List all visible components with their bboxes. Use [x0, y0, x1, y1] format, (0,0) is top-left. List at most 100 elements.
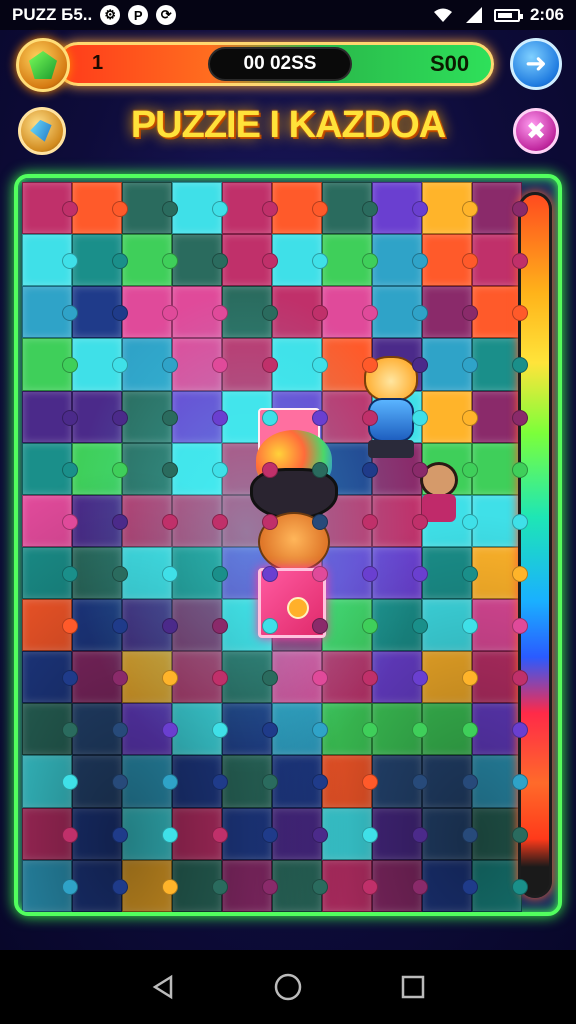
- puzzle-piece[interactable]: [472, 755, 528, 808]
- puzzle-piece[interactable]: [272, 338, 328, 391]
- puzzle-piece[interactable]: [172, 599, 228, 652]
- puzzle-piece[interactable]: [72, 546, 128, 599]
- puzzle-piece[interactable]: [422, 286, 478, 339]
- puzzle-piece[interactable]: [272, 286, 328, 339]
- puzzle-piece[interactable]: [72, 494, 128, 547]
- puzzle-piece[interactable]: [72, 234, 128, 287]
- puzzle-piece[interactable]: [172, 286, 228, 339]
- puzzle-piece[interactable]: [122, 442, 178, 495]
- puzzle-piece[interactable]: [172, 651, 228, 704]
- close-button[interactable]: ✖: [513, 108, 559, 154]
- puzzle-piece[interactable]: [472, 390, 528, 443]
- puzzle-piece[interactable]: [22, 182, 78, 235]
- home-button[interactable]: [268, 967, 308, 1007]
- puzzle-piece[interactable]: [122, 807, 178, 860]
- recents-button[interactable]: [393, 967, 433, 1007]
- puzzle-piece[interactable]: [22, 703, 78, 756]
- puzzle-piece[interactable]: [472, 703, 528, 756]
- puzzle-piece[interactable]: [422, 703, 478, 756]
- puzzle-piece[interactable]: [472, 442, 528, 495]
- puzzle-piece[interactable]: [172, 807, 228, 860]
- puzzle-piece[interactable]: [272, 651, 328, 704]
- puzzle-piece[interactable]: [172, 859, 228, 912]
- puzzle-piece[interactable]: [22, 599, 78, 652]
- puzzle-piece[interactable]: [72, 703, 128, 756]
- puzzle-piece[interactable]: [22, 390, 78, 443]
- puzzle-piece[interactable]: [22, 494, 78, 547]
- puzzle-piece[interactable]: [172, 234, 228, 287]
- puzzle-piece[interactable]: [172, 390, 228, 443]
- puzzle-piece[interactable]: [472, 546, 528, 599]
- next-button[interactable]: ➜: [510, 38, 562, 90]
- puzzle-piece[interactable]: [122, 234, 178, 287]
- main-character[interactable]: [238, 400, 350, 644]
- puzzle-piece[interactable]: [172, 442, 228, 495]
- puzzle-piece[interactable]: [422, 651, 478, 704]
- puzzle-piece[interactable]: [422, 599, 478, 652]
- puzzle-piece[interactable]: [372, 234, 428, 287]
- puzzle-piece[interactable]: [22, 286, 78, 339]
- puzzle-piece[interactable]: [472, 651, 528, 704]
- puzzle-piece[interactable]: [172, 755, 228, 808]
- puzzle-piece[interactable]: [22, 442, 78, 495]
- puzzle-piece[interactable]: [422, 338, 478, 391]
- puzzle-piece[interactable]: [222, 703, 278, 756]
- puzzle-piece[interactable]: [272, 703, 328, 756]
- puzzle-piece[interactable]: [422, 234, 478, 287]
- puzzle-piece[interactable]: [122, 286, 178, 339]
- puzzle-piece[interactable]: [122, 390, 178, 443]
- puzzle-piece[interactable]: [22, 807, 78, 860]
- puzzle-piece[interactable]: [222, 755, 278, 808]
- puzzle-piece[interactable]: [72, 338, 128, 391]
- puzzle-piece[interactable]: [322, 286, 378, 339]
- puzzle-piece[interactable]: [472, 859, 528, 912]
- puzzle-piece[interactable]: [472, 182, 528, 235]
- puzzle-piece[interactable]: [22, 651, 78, 704]
- puzzle-piece[interactable]: [322, 234, 378, 287]
- puzzle-piece[interactable]: [372, 755, 428, 808]
- puzzle-piece[interactable]: [422, 182, 478, 235]
- puzzle-piece[interactable]: [222, 807, 278, 860]
- puzzle-piece[interactable]: [172, 182, 228, 235]
- puzzle-piece[interactable]: [472, 494, 528, 547]
- back-button[interactable]: [143, 967, 183, 1007]
- puzzle-piece[interactable]: [72, 442, 128, 495]
- puzzle-piece[interactable]: [372, 703, 428, 756]
- puzzle-piece[interactable]: [122, 755, 178, 808]
- puzzle-piece[interactable]: [122, 338, 178, 391]
- puzzle-piece[interactable]: [322, 755, 378, 808]
- puzzle-piece[interactable]: [472, 234, 528, 287]
- puzzle-piece[interactable]: [422, 390, 478, 443]
- puzzle-piece[interactable]: [72, 599, 128, 652]
- puzzle-piece[interactable]: [72, 859, 128, 912]
- puzzle-piece[interactable]: [172, 494, 228, 547]
- puzzle-piece[interactable]: [372, 651, 428, 704]
- puzzle-piece[interactable]: [472, 286, 528, 339]
- puzzle-piece[interactable]: [222, 286, 278, 339]
- puzzle-piece[interactable]: [122, 859, 178, 912]
- puzzle-piece[interactable]: [22, 338, 78, 391]
- puzzle-piece[interactable]: [322, 807, 378, 860]
- puzzle-piece[interactable]: [222, 182, 278, 235]
- puzzle-piece[interactable]: [122, 182, 178, 235]
- puzzle-piece[interactable]: [122, 599, 178, 652]
- puzzle-piece[interactable]: [272, 807, 328, 860]
- puzzle-piece[interactable]: [322, 651, 378, 704]
- puzzle-piece[interactable]: [472, 338, 528, 391]
- puzzle-piece[interactable]: [222, 338, 278, 391]
- puzzle-piece[interactable]: [422, 546, 478, 599]
- puzzle-piece[interactable]: [272, 755, 328, 808]
- puzzle-piece[interactable]: [172, 546, 228, 599]
- puzzle-piece[interactable]: [422, 859, 478, 912]
- puzzle-piece[interactable]: [272, 182, 328, 235]
- puzzle-piece[interactable]: [472, 599, 528, 652]
- puzzle-piece[interactable]: [372, 286, 428, 339]
- puzzle-piece[interactable]: [72, 286, 128, 339]
- puzzle-piece[interactable]: [222, 234, 278, 287]
- puzzle-piece[interactable]: [272, 859, 328, 912]
- puzzle-piece[interactable]: [72, 651, 128, 704]
- puzzle-piece[interactable]: [122, 494, 178, 547]
- puzzle-piece[interactable]: [122, 546, 178, 599]
- puzzle-piece[interactable]: [122, 651, 178, 704]
- puzzle-piece[interactable]: [122, 703, 178, 756]
